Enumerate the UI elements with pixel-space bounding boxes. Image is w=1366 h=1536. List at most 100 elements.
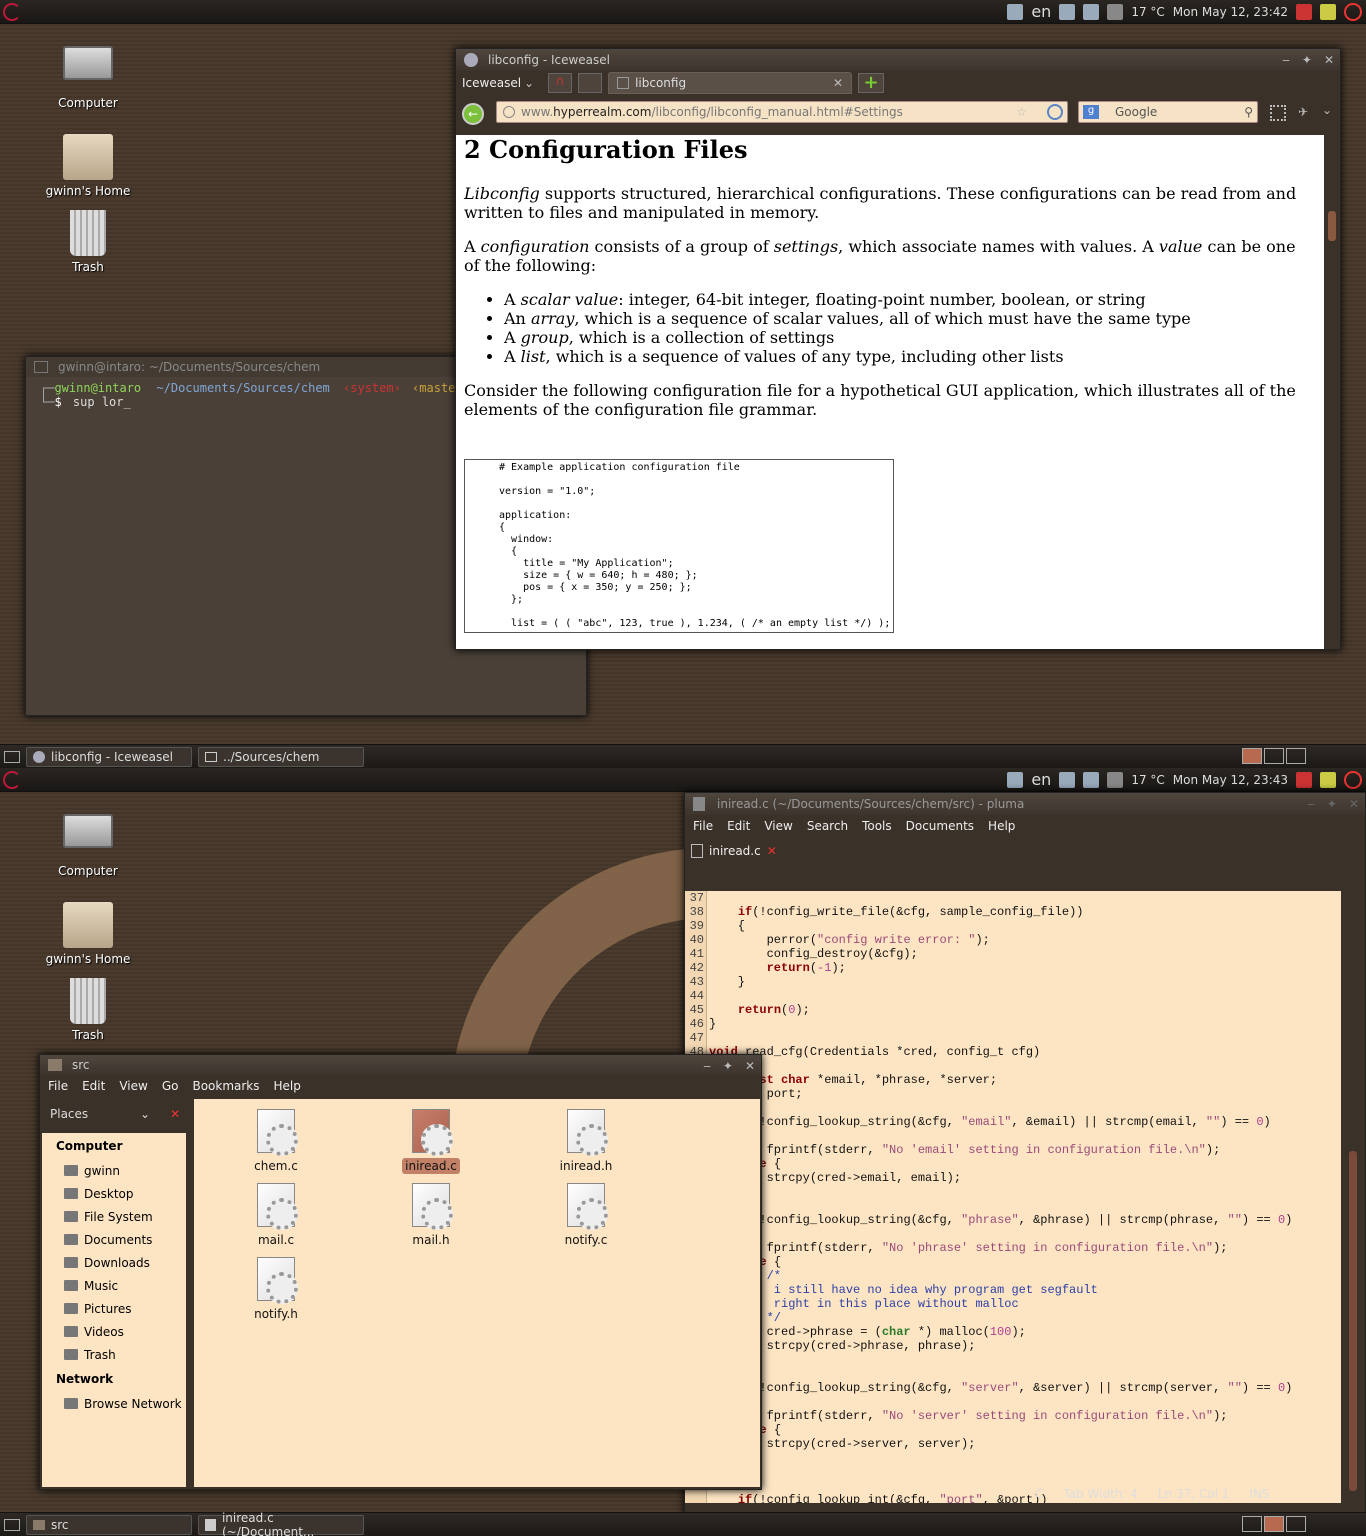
volume-icon[interactable] <box>1107 771 1124 788</box>
file-item[interactable]: mail.h <box>381 1183 481 1247</box>
minimize-icon[interactable]: ‒ <box>703 1059 711 1073</box>
weather[interactable]: 17 °C <box>1131 773 1164 787</box>
dropbox-icon[interactable] <box>1007 3 1024 20</box>
reload-icon[interactable] <box>1047 104 1063 120</box>
scroll-thumb[interactable] <box>1328 211 1336 241</box>
close-icon[interactable]: ✕ <box>1324 53 1334 67</box>
logout-icon[interactable] <box>1296 3 1312 20</box>
sidebar-item-browse-network[interactable]: Browse Network <box>42 1392 186 1415</box>
workspace-2[interactable] <box>1264 1516 1284 1532</box>
workspace-3[interactable] <box>1286 1516 1306 1532</box>
debian-logo-icon[interactable] <box>3 3 21 21</box>
menu-go[interactable]: Go <box>162 1079 179 1093</box>
menu-edit[interactable]: Edit <box>727 819 750 833</box>
sidebar-item-documents[interactable]: Documents <box>42 1228 186 1251</box>
maximize-icon[interactable]: ✦ <box>1327 797 1337 811</box>
menu-file[interactable]: File <box>48 1079 68 1093</box>
search-icon[interactable]: ⚲ <box>1244 105 1253 119</box>
taskbar-item-terminal[interactable]: ../Sources/chem <box>198 746 364 767</box>
taskbar-item-filemanager[interactable]: src <box>26 1514 192 1535</box>
menu-tools[interactable]: Tools <box>862 819 892 833</box>
menu-search[interactable]: Search <box>807 819 848 833</box>
debian-logo-icon[interactable] <box>3 771 21 789</box>
bookmark-star-icon[interactable]: ☆ <box>1016 105 1027 119</box>
menu-help[interactable]: Help <box>988 819 1015 833</box>
browser-window[interactable]: libconfig - Iceweasel ‒ ✦ ✕ Iceweasel ⌄ … <box>455 48 1341 650</box>
minimize-icon[interactable]: ‒ <box>1307 797 1315 811</box>
editor-window[interactable]: iniread.c (~/Documents/Sources/chem/src)… <box>684 792 1366 1514</box>
file-item[interactable]: iniread.h <box>536 1109 636 1173</box>
maximize-icon[interactable]: ✦ <box>1302 53 1312 67</box>
headphones-icon[interactable]: ∩ <box>548 73 573 93</box>
keyboard-layout[interactable]: en <box>1031 770 1051 789</box>
show-desktop-icon[interactable] <box>4 1518 20 1531</box>
tab-width-select[interactable]: Tab Width: 4 <box>1063 1487 1137 1501</box>
logout-icon[interactable] <box>1296 771 1312 788</box>
file-view[interactable]: chem.c iniread.c iniread.h mail.c mail.h… <box>194 1099 760 1487</box>
tab-libconfig[interactable]: libconfig ✕ <box>608 72 853 94</box>
toolbar-menu-icon[interactable]: ⌄ <box>1322 103 1332 117</box>
dropbox-icon[interactable] <box>1007 771 1024 788</box>
clipboard-icon[interactable] <box>1083 3 1100 20</box>
sidebar-item-gwinn[interactable]: gwinn <box>42 1159 186 1182</box>
workspace-3[interactable] <box>1286 748 1306 764</box>
workspace-switcher[interactable] <box>1242 1516 1306 1532</box>
power-icon[interactable] <box>1344 770 1362 789</box>
menu-edit[interactable]: Edit <box>82 1079 105 1093</box>
menu-file[interactable]: File <box>693 819 713 833</box>
sidebar-item-trash[interactable]: Trash <box>42 1343 186 1366</box>
url-bar[interactable]: www. hyperrealm.com/libconfig/libconfig_m… <box>496 101 1068 123</box>
file-item[interactable]: notify.c <box>536 1183 636 1247</box>
workspace-1[interactable] <box>1242 1516 1262 1532</box>
desktop-icon-computer[interactable]: Computer <box>38 46 138 110</box>
volume-icon[interactable] <box>1107 3 1124 20</box>
menu-bookmarks[interactable]: Bookmarks <box>192 1079 259 1093</box>
menu-documents[interactable]: Documents <box>906 819 974 833</box>
taskbar-item-browser[interactable]: libconfig - Iceweasel <box>26 746 192 767</box>
browser-titlebar[interactable]: libconfig - Iceweasel ‒ ✦ ✕ <box>456 49 1340 71</box>
toolbar-tools-icon[interactable]: ✈ <box>1298 105 1308 119</box>
lock-screen-icon[interactable] <box>1320 771 1336 788</box>
addon-icon[interactable] <box>578 73 603 93</box>
workspace-1[interactable] <box>1242 748 1262 764</box>
filemanager-window[interactable]: src ‒ ✦ ✕ File Edit View Go Bookmarks He… <box>39 1054 762 1490</box>
workspace-2[interactable] <box>1264 748 1284 764</box>
file-item[interactable]: notify.h <box>226 1257 326 1321</box>
desktop-icon-computer[interactable]: Computer <box>38 814 138 878</box>
minimize-icon[interactable]: ‒ <box>1282 53 1290 67</box>
filemanager-titlebar[interactable]: src ‒ ✦ ✕ <box>40 1055 761 1075</box>
code-text[interactable]: ​ if(!config_write_file(&cfg, sample_con… <box>709 891 1341 1503</box>
menu-view[interactable]: View <box>764 819 792 833</box>
sidebar-item-downloads[interactable]: Downloads <box>42 1251 186 1274</box>
lock-screen-icon[interactable] <box>1320 3 1336 20</box>
language-select[interactable]: C <box>1035 1487 1043 1501</box>
power-icon[interactable] <box>1344 2 1362 21</box>
taskbar-item-editor[interactable]: iniread.c (~/Document... <box>198 1511 364 1536</box>
desktop-icon-trash[interactable]: Trash <box>38 978 138 1042</box>
menu-view[interactable]: View <box>119 1079 147 1093</box>
browser-scrollbar[interactable] <box>1324 135 1340 649</box>
toolbar-grid-icon[interactable] <box>1270 105 1286 121</box>
show-desktop-icon[interactable] <box>4 750 20 763</box>
clock[interactable]: Mon May 12, 23:42 <box>1173 5 1288 19</box>
sidebar-item-pictures[interactable]: Pictures <box>42 1297 186 1320</box>
file-item[interactable]: chem.c <box>226 1109 326 1173</box>
menu-help[interactable]: Help <box>274 1079 301 1093</box>
new-tab-icon[interactable]: + <box>858 73 885 93</box>
tab-iniread[interactable]: iniread.c ✕ <box>691 844 777 858</box>
desktop-icon-home[interactable]: gwinn's Home <box>38 134 138 198</box>
tab-close-icon[interactable]: ✕ <box>767 844 777 858</box>
back-icon[interactable]: ← <box>462 103 484 125</box>
file-item-selected[interactable]: iniread.c <box>381 1109 481 1174</box>
keyboard-layout[interactable]: en <box>1031 2 1051 21</box>
editor-titlebar[interactable]: iniread.c (~/Documents/Sources/chem/src)… <box>685 793 1365 815</box>
close-icon[interactable]: ✕ <box>1349 797 1359 811</box>
tab-close-icon[interactable]: ✕ <box>833 76 843 90</box>
close-icon[interactable]: ✕ <box>745 1059 755 1073</box>
sidebar-item-videos[interactable]: Videos <box>42 1320 186 1343</box>
places-select[interactable]: Places <box>50 1107 120 1121</box>
sidebar-item-desktop[interactable]: Desktop <box>42 1182 186 1205</box>
editor-scrollbar[interactable] <box>1341 891 1365 1503</box>
sidebar-item-filesystem[interactable]: File System <box>42 1205 186 1228</box>
desktop-icon-trash[interactable]: Trash <box>38 210 138 274</box>
